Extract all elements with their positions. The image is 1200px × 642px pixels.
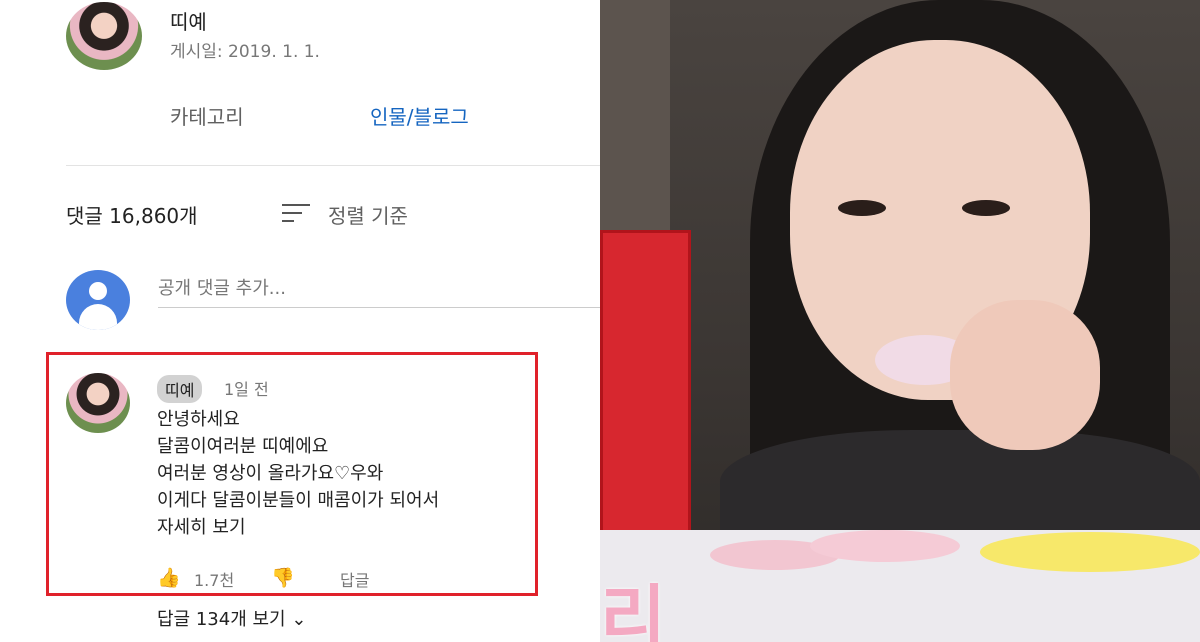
comment-author-badge[interactable]: 띠예 [157, 375, 203, 403]
comment-time[interactable]: 1일 전 [224, 376, 269, 400]
channel-name[interactable]: 띠예 [170, 6, 207, 35]
thumbs-up-icon[interactable]: 👍 [157, 566, 181, 589]
reply-button[interactable]: 답글 [340, 567, 369, 591]
comment-line: 달콤이여러분 띠예에요 [157, 436, 329, 457]
post-date: 게시일: 2019. 1. 1. [170, 42, 320, 62]
pink-candy [810, 530, 960, 562]
comment-line: 안녕하세요 [157, 409, 240, 430]
add-comment-input[interactable]: 공개 댓글 추가... [158, 274, 286, 300]
category-label: 카테고리 [170, 105, 244, 129]
user-avatar-icon [66, 270, 130, 330]
like-count: 1.7천 [194, 571, 235, 590]
comment-author-avatar[interactable] [66, 373, 130, 433]
category-link[interactable]: 인물/블로그 [370, 101, 469, 130]
comment-count: 댓글 16,860개 [66, 204, 198, 228]
divider [66, 165, 600, 166]
comment-line: 여러분 영상이 올라가요♡우와 [157, 463, 384, 484]
comment-line: 이게다 달콤이분들이 매콤이가 되어서 [157, 490, 440, 511]
channel-avatar[interactable] [66, 2, 142, 70]
view-replies-button[interactable]: 답글 134개 보기 ⌄ [157, 605, 306, 631]
thumbs-down-icon[interactable]: 👎 [271, 566, 295, 589]
eye [838, 200, 886, 216]
video-frame: 리 [600, 0, 1200, 642]
add-comment-underline [158, 307, 600, 308]
comment-panel: 띠예 게시일: 2019. 1. 1. 카테고리 인물/블로그 댓글 16,86… [0, 0, 600, 642]
candy-box [600, 230, 691, 556]
yellow-candy [980, 532, 1200, 572]
read-more-link[interactable]: 자세히 보기 [157, 514, 439, 541]
sort-button[interactable]: 정렬 기준 [328, 200, 408, 229]
hand [950, 300, 1100, 450]
sort-icon[interactable] [282, 204, 310, 226]
eye [962, 200, 1010, 216]
video-caption: 리 [600, 577, 671, 642]
comment-body: 안녕하세요 달콤이여러분 띠예에요 여러분 영상이 올라가요♡우와 이게다 달콤… [157, 406, 439, 541]
